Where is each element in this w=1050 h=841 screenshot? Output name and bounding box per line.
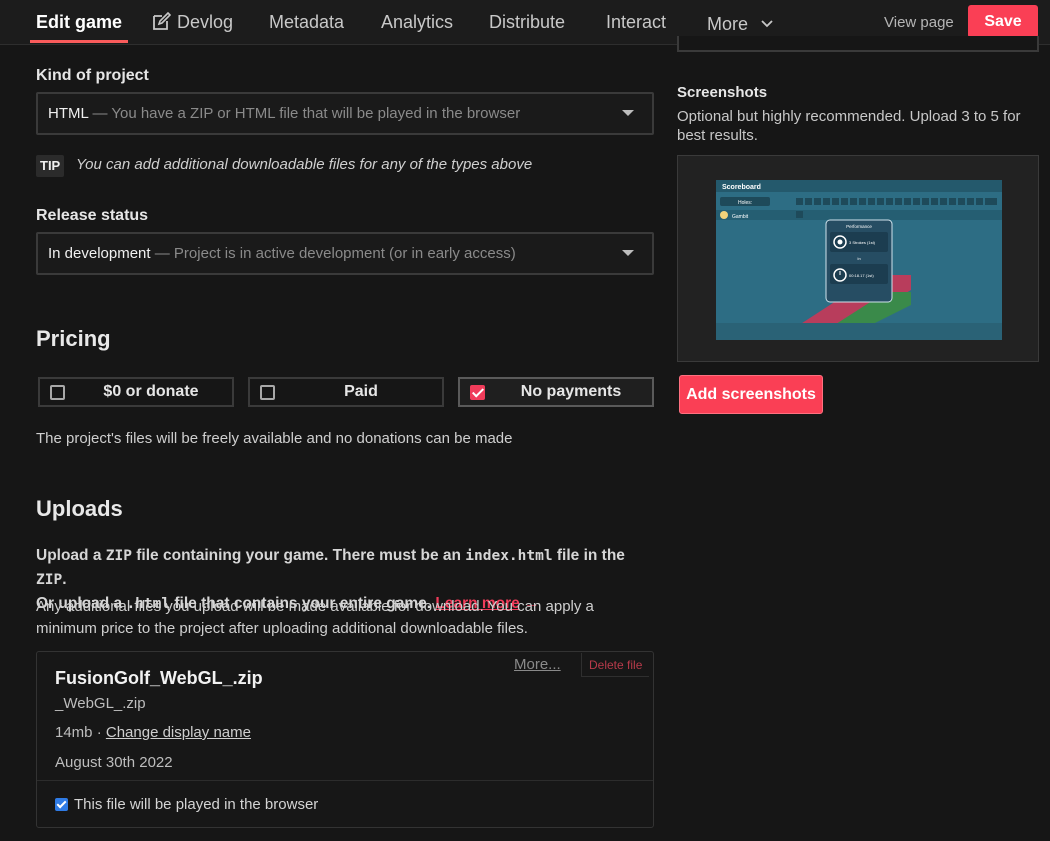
thumb-strokes: 3 Strokes (1st) [849, 240, 876, 245]
tab-devlog[interactable]: Devlog [152, 0, 233, 45]
edit-icon [152, 3, 172, 48]
pricing-description: The project's files will be freely avail… [36, 430, 513, 447]
release-status-select[interactable]: In development — Project is in active de… [36, 232, 654, 275]
checkbox-icon [50, 385, 65, 400]
kind-of-project-select[interactable]: HTML — You have a ZIP or HTML file that … [36, 92, 654, 135]
screenshots-description: Optional but highly recommended. Upload … [677, 108, 1021, 144]
checkbox-icon [260, 385, 275, 400]
play-in-browser-option[interactable]: This file will be played in the browser [55, 796, 318, 813]
release-dash: — [150, 245, 174, 262]
checkbox-checked-icon [470, 385, 485, 400]
kind-dash: — [88, 105, 112, 122]
screenshot-thumbnail[interactable]: Scoreboard Holes: Gambit Performance 3 S… [716, 180, 1002, 340]
file-display-name: _WebGL_.zip [55, 695, 146, 712]
tab-metadata[interactable]: Metadata [269, 0, 344, 45]
thumb-holes-label: Holes: [738, 200, 752, 206]
file-meta: 14mb · Change display name [55, 724, 251, 741]
cover-image-box [677, 36, 1039, 52]
caret-down-icon [622, 110, 634, 116]
pricing-title: Pricing [36, 326, 111, 351]
delete-file-button[interactable]: Delete file [581, 653, 650, 677]
release-hint: Project is in active development (or in … [173, 245, 516, 262]
tip-badge: TIP [36, 155, 65, 177]
change-display-name-link[interactable]: Change display name [106, 724, 251, 741]
release-status-label: Release status [36, 207, 149, 224]
tip-text: You can add additional downloadable file… [76, 156, 533, 173]
thumb-time: 00:18.17 (1st) [849, 273, 874, 278]
caret-down-icon [622, 250, 634, 256]
tab-interact[interactable]: Interact [606, 0, 666, 45]
screenshots-title: Screenshots [677, 84, 768, 101]
tab-edit-game-label: Edit game [36, 12, 123, 32]
add-screenshots-button[interactable]: Add screenshots [679, 375, 823, 414]
screenshots-gallery: Scoreboard Holes: Gambit Performance 3 S… [677, 155, 1039, 362]
tab-distribute-label: Distribute [489, 12, 566, 32]
tab-distribute[interactable]: Distribute [489, 0, 565, 45]
thumb-in-label: In [857, 256, 860, 261]
file-more-link[interactable]: More... [514, 656, 561, 673]
pricing-option-label: No payments [520, 383, 622, 400]
tab-interact-label: Interact [606, 12, 667, 32]
upload-file-card: FusionGolf_WebGL_.zip _WebGL_.zip 14mb ·… [36, 651, 654, 828]
save-button[interactable]: Save [968, 5, 1038, 38]
thumb-header: Scoreboard [722, 184, 761, 191]
tab-analytics-label: Analytics [381, 12, 454, 32]
tab-analytics[interactable]: Analytics [381, 0, 453, 45]
tab-metadata-label: Metadata [269, 12, 345, 32]
thumb-player: Gambit [732, 214, 749, 220]
pricing-option-paid[interactable]: Paid [248, 377, 444, 407]
file-size: 14mb [55, 724, 93, 741]
release-value: In development [48, 245, 151, 262]
pricing-option-label: $0 or donate [103, 383, 199, 400]
pricing-option-donate[interactable]: $0 or donate [38, 377, 234, 407]
checkbox-checked-icon[interactable] [55, 798, 68, 811]
pricing-option-no-payments[interactable]: No payments [458, 377, 654, 407]
thumb-card-title: Performance [846, 224, 872, 229]
additional-files-note: Any additional files you upload will be … [36, 598, 594, 637]
tab-more-label: More [707, 14, 749, 34]
uploads-title: Uploads [36, 496, 123, 521]
play-in-browser-label: This file will be played in the browser [74, 796, 319, 813]
pricing-option-label: Paid [344, 383, 378, 400]
file-date: August 30th 2022 [55, 754, 173, 771]
tab-devlog-label: Devlog [177, 12, 234, 32]
divider [37, 780, 653, 781]
tab-edit-game[interactable]: Edit game [29, 0, 129, 45]
kind-value: HTML [48, 105, 89, 122]
kind-hint: You have a ZIP or HTML file that will be… [111, 105, 521, 122]
file-name: FusionGolf_WebGL_.zip [55, 668, 263, 688]
kind-of-project-label: Kind of project [36, 67, 149, 84]
